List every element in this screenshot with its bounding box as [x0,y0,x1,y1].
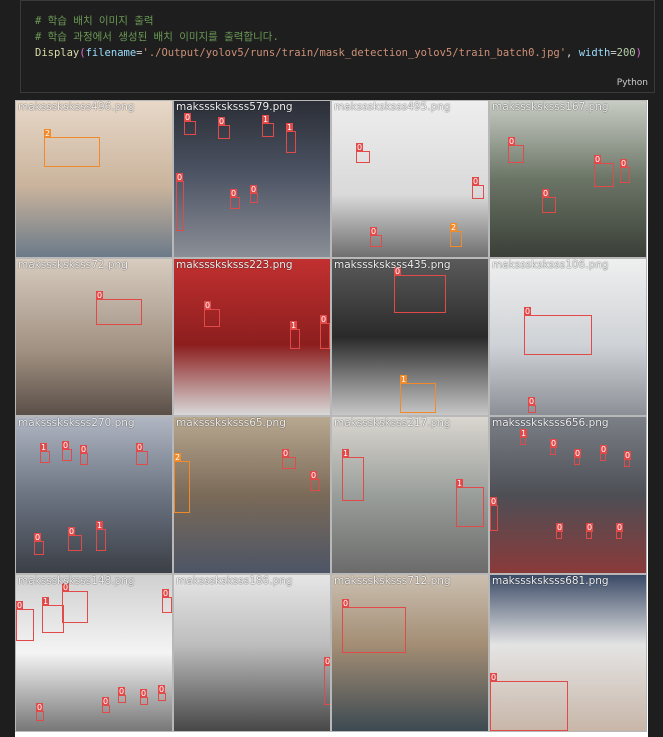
batch-tile: 2 0 0 maksssksksss65.png [173,416,331,574]
tile-label: maksssksksss72.png [18,259,128,271]
batch-tile: 1 1 maksssksksss217.png [331,416,489,574]
batch-grid: 2 maksssksksss496.png 0 0 1 1 0 0 0 maks… [15,100,647,732]
param-filename: filename [85,47,137,59]
batch-tile: 0 0 1 1 0 0 0 maksssksksss579.png [173,100,331,258]
batch-tile: 0 maksssksksss681.png [489,574,647,732]
batch-tile: 0 maksssksksss186.png [173,574,331,732]
batch-tile: 2 maksssksksss496.png [15,100,173,258]
tile-label: maksssksksss681.png [492,575,609,587]
param-width: width [578,47,611,59]
language-label[interactable]: Python [617,78,648,88]
function-name: Display [35,47,80,59]
batch-tile: 0 maksssksksss72.png [15,258,173,416]
value-filename: './Output/yolov5/runs/train/mask_detecti… [142,47,567,59]
output-image: 2 maksssksksss496.png 0 0 1 1 0 0 0 maks… [15,100,648,737]
tile-label: maksssksksss167.png [492,101,609,113]
tile-label: maksssksksss217.png [334,417,451,429]
tile-label: maksssksksss106.png [492,259,609,271]
batch-tile: 0 0 maksssksksss106.png [489,258,647,416]
tile-label: maksssksksss579.png [176,101,293,113]
tile-label: maksssksksss186.png [176,575,293,587]
batch-tile: 0 0 0 2 maksssksksss495.png [331,100,489,258]
batch-tile: 0 1 maksssksksss435.png [331,258,489,416]
tile-label: maksssksksss223.png [176,259,293,271]
tile-label: maksssksksss496.png [18,101,135,113]
tile-label: maksssksksss435.png [334,259,451,271]
batch-tile: 0 maksssksksss712.png [331,574,489,732]
code-statement: Display(filename='./Output/yolov5/runs/t… [35,47,642,59]
code-comment-1: # 학습 배치 이미지 출력 [35,15,154,27]
tile-label: maksssksksss656.png [492,417,609,429]
batch-tile: 1 0 0 0 0 0 0 0 0 maksssksksss656.png [489,416,647,574]
value-width: 200 [616,47,636,59]
batch-tile: 0 0 0 0 maksssksksss167.png [489,100,647,258]
tile-label: maksssksksss712.png [334,575,451,587]
code-comment-2: # 학습 과정에서 생성된 배치 이미지를 출력합니다. [35,31,279,43]
tile-label: maksssksksss65.png [176,417,286,429]
code-cell[interactable]: # 학습 배치 이미지 출력 # 학습 과정에서 생성된 배치 이미지를 출력합… [20,0,655,93]
tile-label: maksssksksss495.png [334,101,451,113]
batch-tile: 0 1 0 maksssksksss223.png [173,258,331,416]
tile-label: maksssksksss270.png [18,417,135,429]
tile-label: maksssksksss148.png [18,575,135,587]
batch-tile: 1 0 0 0 0 0 1 maksssksksss270.png [15,416,173,574]
batch-tile: 0 1 0 0 0 0 0 0 0 maksssksksss148.png [15,574,173,732]
